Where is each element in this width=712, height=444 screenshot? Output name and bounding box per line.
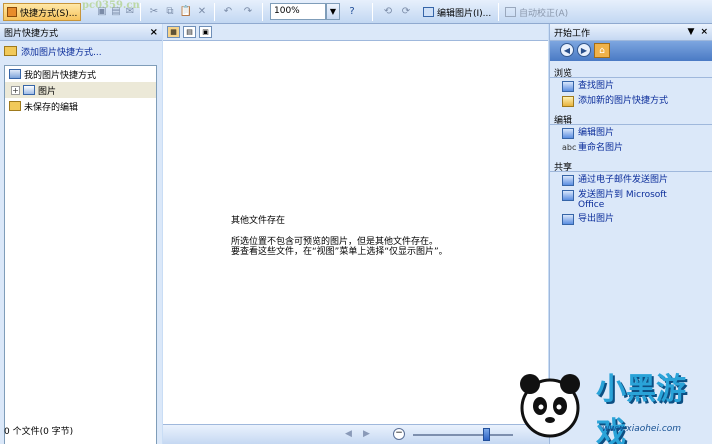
- task-pane-menu-icon[interactable]: ▼: [688, 27, 695, 37]
- tree-item-label: 未保存的编辑: [24, 102, 79, 113]
- filmstrip-view-icon[interactable]: ▤: [183, 26, 196, 38]
- section-edit-title: 编辑: [550, 113, 712, 126]
- toolbar: 快捷方式(S)... pc0359.cn ▣ ▤ ✉ ✂ ⧉ 📋 ✕ ↶ ↷ 1…: [0, 0, 712, 24]
- task-link-label: 导出图片: [578, 214, 615, 224]
- home-icon[interactable]: ⌂: [594, 43, 610, 58]
- message-title: 其他文件存在: [231, 216, 286, 226]
- undo-icon[interactable]: ↶: [222, 5, 234, 18]
- zoom-slider-track[interactable]: [413, 434, 513, 436]
- panda-mascot-icon: [520, 374, 580, 438]
- previous-arrow-icon[interactable]: ◀: [345, 429, 352, 439]
- delete-icon[interactable]: ✕: [196, 5, 208, 18]
- shortcuts-folder-icon: [9, 69, 21, 79]
- add-shortcut-label: 添加图片快捷方式...: [21, 47, 102, 58]
- edit-picture-button[interactable]: 编辑图片(I)...: [420, 3, 494, 21]
- left-pane-title: 图片快捷方式: [4, 28, 59, 39]
- task-pane-header: 开始工作 ▼ ×: [550, 24, 712, 41]
- send-icon: [562, 190, 574, 201]
- mail-icon[interactable]: ✉: [124, 5, 136, 18]
- rotate-left-icon[interactable]: ⟲: [382, 5, 394, 18]
- back-icon[interactable]: ◀: [560, 43, 574, 57]
- section-browse-title: 浏览: [550, 66, 712, 79]
- shortcut-tree: 我的图片快捷方式 + 图片 未保存的编辑: [4, 65, 157, 444]
- task-link-label: 发送图片到 Microsoft Office: [578, 190, 667, 210]
- send-to-office-link[interactable]: 发送图片到 Microsoft Office: [550, 187, 712, 211]
- task-pane-title: 开始工作: [554, 28, 591, 39]
- zoom-value: 100%: [274, 6, 300, 16]
- rename-pictures-link[interactable]: abc 重命名图片: [550, 140, 712, 155]
- single-view-icon[interactable]: ▣: [199, 26, 212, 38]
- auto-correct-label: 自动校正(A): [519, 8, 569, 19]
- export-pictures-link[interactable]: 导出图片: [550, 211, 712, 226]
- add-shortcut-icon: [562, 96, 574, 107]
- pictures-folder-icon: [23, 85, 35, 95]
- tree-item-label: 我的图片快捷方式: [24, 70, 97, 81]
- next-arrow-icon[interactable]: ▶: [363, 429, 370, 439]
- thumbnail-pane: ▦ ▤ ▣ 其他文件存在 所选位置不包含可预览的图片，但是其他文件存在。 要查看…: [163, 24, 548, 424]
- save-icon[interactable]: ▣: [96, 5, 108, 18]
- find-icon: [562, 81, 574, 92]
- zoom-out-icon[interactable]: −: [393, 428, 405, 440]
- unsaved-edits-icon: [9, 101, 21, 111]
- shortcuts-button[interactable]: 快捷方式(S)...: [3, 3, 82, 21]
- site-logo: 小黑游戏 www.xiaohei.com: [510, 364, 712, 444]
- email-icon: [562, 175, 574, 186]
- thumbnail-view-icon[interactable]: ▦: [167, 26, 180, 38]
- cut-icon[interactable]: ✂: [148, 5, 160, 18]
- auto-correct-button[interactable]: 自动校正(A): [502, 3, 571, 21]
- rotate-right-icon[interactable]: ⟳: [400, 5, 412, 18]
- file-count-status: 0 个文件(0 字节): [4, 427, 74, 437]
- picture-shortcuts-pane: 图片快捷方式 × 添加图片快捷方式... 我的图片快捷方式 + 图片 未保存的编…: [0, 24, 162, 444]
- view-toolbar: ▦ ▤ ▣: [163, 24, 548, 41]
- auto-correct-icon: [505, 7, 516, 17]
- zoom-input[interactable]: 100%: [270, 3, 326, 20]
- edit-picture-icon: [423, 7, 434, 17]
- print-icon[interactable]: ▤: [110, 5, 122, 18]
- forward-icon[interactable]: ▶: [577, 43, 591, 57]
- rename-icon: abc: [562, 143, 577, 152]
- zoom-slider-thumb[interactable]: [483, 428, 490, 441]
- add-new-shortcut-link[interactable]: 添加新的图片快捷方式: [550, 93, 712, 108]
- task-link-label: 添加新的图片快捷方式: [578, 96, 669, 106]
- task-link-label: 重命名图片: [578, 143, 624, 153]
- tree-item-my-shortcuts[interactable]: 我的图片快捷方式: [5, 66, 156, 82]
- shortcuts-button-label: 快捷方式(S)...: [20, 8, 78, 19]
- redo-icon[interactable]: ↷: [242, 5, 254, 18]
- task-link-label: 编辑图片: [578, 128, 615, 138]
- tree-item-pictures[interactable]: + 图片: [5, 82, 156, 98]
- view-status-bar: ◀ ▶ −: [163, 424, 548, 444]
- task-pane-close-icon[interactable]: ×: [700, 27, 708, 37]
- find-pictures-link[interactable]: 查找图片: [550, 78, 712, 93]
- edit-picture-label: 编辑图片(I)...: [437, 8, 492, 19]
- help-icon[interactable]: ?: [346, 5, 358, 18]
- message-line-2: 要查看这些文件，在“视图”菜单上选择“仅显示图片”。: [231, 247, 448, 257]
- add-folder-icon: [4, 46, 17, 56]
- edit-icon: [562, 128, 574, 139]
- tree-item-unsaved-edits[interactable]: 未保存的编辑: [5, 98, 156, 114]
- edit-pictures-link[interactable]: 编辑图片: [550, 125, 712, 140]
- zoom-dropdown-arrow[interactable]: ▼: [326, 3, 340, 20]
- task-link-label: 查找图片: [578, 81, 615, 91]
- left-pane-header: 图片快捷方式 ×: [0, 24, 162, 41]
- add-shortcut-link[interactable]: 添加图片快捷方式...: [0, 41, 162, 61]
- export-icon: [562, 214, 574, 225]
- section-share-title: 共享: [550, 160, 712, 173]
- paste-icon[interactable]: 📋: [180, 5, 192, 18]
- tree-item-label: 图片: [38, 86, 57, 97]
- logo-url: www.xiaohei.com: [602, 424, 682, 434]
- task-pane-nav: ◀ ▶ ⌂: [550, 41, 712, 61]
- email-pictures-link[interactable]: 通过电子邮件发送图片: [550, 172, 712, 187]
- expand-icon[interactable]: +: [11, 85, 20, 95]
- close-icon[interactable]: ×: [150, 27, 158, 38]
- task-link-label: 通过电子邮件发送图片: [578, 175, 669, 185]
- copy-icon[interactable]: ⧉: [164, 5, 176, 18]
- shortcut-icon: [7, 7, 17, 17]
